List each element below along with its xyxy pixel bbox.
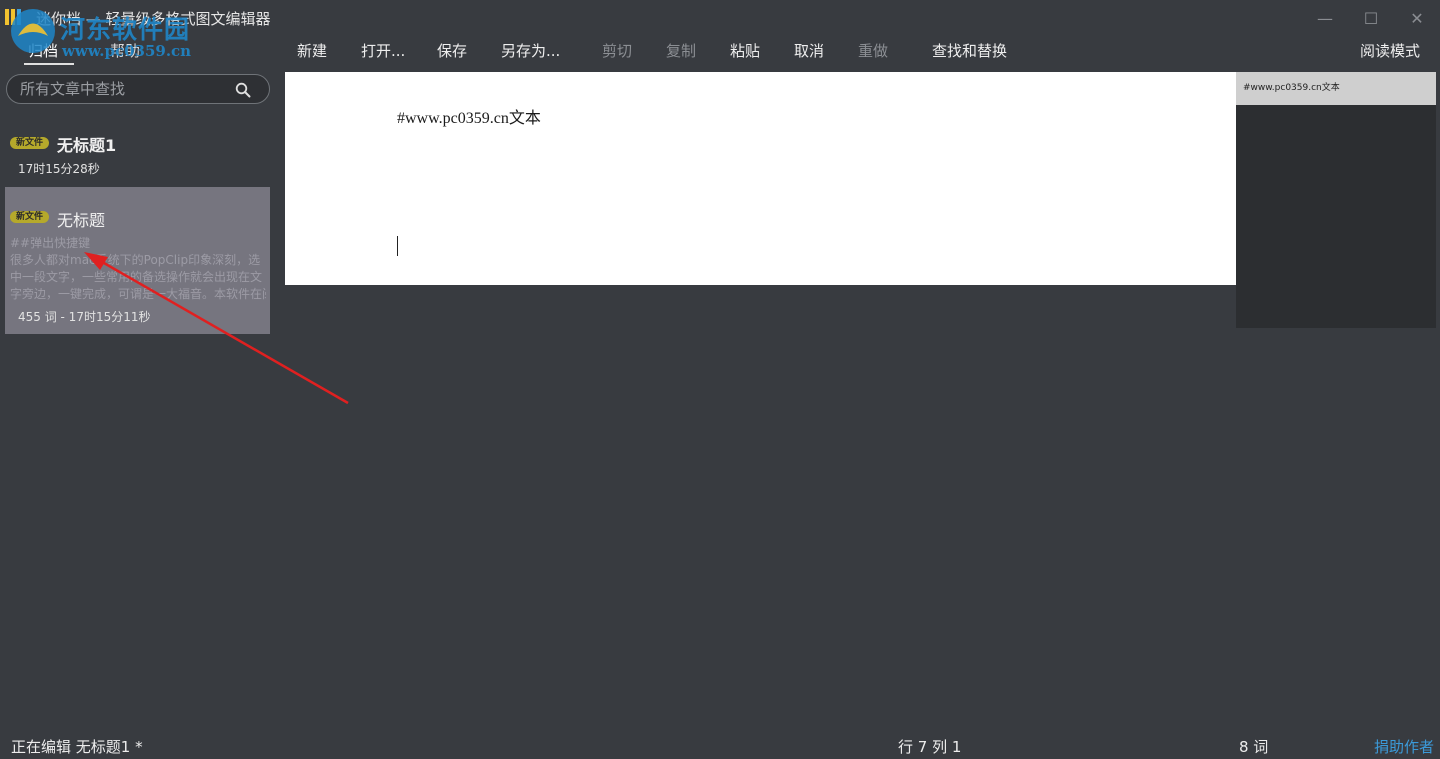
- paste-button[interactable]: 粘贴: [730, 40, 760, 61]
- word-count: 8 词: [1239, 738, 1269, 756]
- open-button[interactable]: 打开...: [361, 40, 405, 61]
- document-meta: 17时15分28秒: [18, 162, 100, 176]
- copy-button[interactable]: 复制: [666, 40, 696, 61]
- list-item-selected[interactable]: 新文件 无标题 ##弹出快捷键 很多人都对mac系统下的PopClip印象深刻，…: [5, 187, 270, 334]
- search-icon[interactable]: [235, 82, 251, 98]
- new-button[interactable]: 新建: [297, 40, 327, 61]
- document-title: 无标题1: [57, 136, 117, 155]
- tab-help[interactable]: 帮助: [110, 40, 140, 61]
- read-mode-button[interactable]: 阅读模式: [1360, 40, 1420, 61]
- preview-line: 中一段文字，一些常用的备选操作就会出现在文: [10, 270, 263, 284]
- document-title: 无标题: [57, 211, 106, 230]
- tab-archive[interactable]: 归档: [28, 40, 58, 61]
- document-meta: 455 词 - 17时15分11秒: [18, 310, 151, 324]
- find-replace-button[interactable]: 查找和替换: [932, 40, 1007, 61]
- maximize-button[interactable]: ☐: [1348, 0, 1394, 36]
- donate-link[interactable]: 捐助作者: [1374, 736, 1434, 757]
- list-item[interactable]: 新文件 无标题1 17时15分28秒: [5, 128, 270, 184]
- active-tab-indicator: [24, 63, 74, 65]
- document-preview: ##弹出快捷键 很多人都对mac系统下的PopClip印象深刻，选 中一段文字，…: [10, 235, 266, 303]
- undo-button[interactable]: 取消: [794, 40, 824, 61]
- preview-line: 字旁边，一键完成，可谓是一大福音。本软件在阅: [10, 287, 266, 301]
- title-bar: 迷你档 — 轻量级多格式图文编辑器 — ☐ ✕: [0, 0, 1440, 36]
- cursor-position: 行 7 列 1: [898, 738, 962, 756]
- minimap[interactable]: #www.pc0359.cn文本: [1236, 72, 1436, 328]
- preview-line: 很多人都对mac系统下的PopClip印象深刻，选: [10, 253, 261, 267]
- preview-line: ##弹出快捷键: [10, 236, 91, 250]
- text-caret: [397, 236, 398, 256]
- editor-text-line[interactable]: #www.pc0359.cn文本: [397, 104, 541, 128]
- search-input[interactable]: [20, 79, 230, 99]
- editing-status: 正在编辑 无标题1 *: [11, 738, 143, 756]
- close-button[interactable]: ✕: [1394, 0, 1440, 36]
- editor-area[interactable]: #www.pc0359.cn文本: [285, 72, 1236, 285]
- new-file-badge: 新文件: [10, 137, 50, 149]
- new-file-badge: 新文件: [10, 211, 50, 223]
- window-title: 迷你档 — 轻量级多格式图文编辑器: [36, 10, 271, 28]
- redo-button[interactable]: 重做: [858, 40, 888, 61]
- minimize-button[interactable]: —: [1302, 0, 1348, 36]
- app-logo-icon: [5, 9, 21, 25]
- minimap-text: #www.pc0359.cn文本: [1243, 83, 1340, 93]
- window-controls: — ☐ ✕: [1302, 0, 1440, 36]
- cut-button[interactable]: 剪切: [602, 40, 632, 61]
- save-button[interactable]: 保存: [437, 40, 467, 61]
- search-box: [6, 74, 270, 104]
- save-as-button[interactable]: 另存为...: [501, 40, 560, 61]
